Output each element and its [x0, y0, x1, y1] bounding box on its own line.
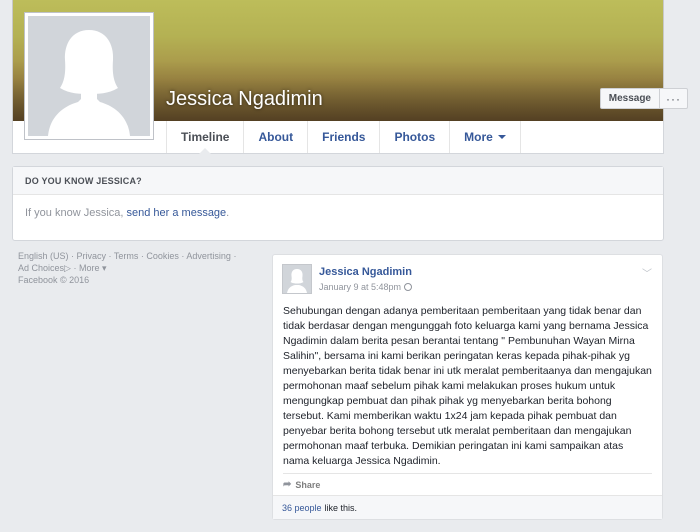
default-avatar-icon	[28, 16, 150, 136]
tab-list: Timeline About Friends Photos More	[166, 121, 521, 153]
post-body-text: Sehubungan dengan adanya pemberitaan pem…	[283, 305, 652, 467]
caret-down-icon: ▾	[101, 263, 107, 273]
post-options-chevron-icon[interactable]: ﹀	[642, 265, 652, 280]
post-author-name[interactable]: Jessica Ngadimin	[319, 266, 412, 278]
footer-link-ad-choices[interactable]: Ad Choices	[18, 263, 64, 273]
tab-more-label: More	[464, 130, 493, 144]
do-you-know-card: DO YOU KNOW JESSICA? If you know Jessica…	[12, 166, 664, 241]
do-you-know-text: If you know Jessica,	[25, 207, 127, 219]
footer-link-more[interactable]: More	[79, 263, 100, 273]
likes-count-link[interactable]: 36 people	[282, 503, 322, 513]
do-you-know-period: .	[226, 207, 230, 219]
share-icon: ➦	[283, 479, 292, 490]
footer-link-language[interactable]: English (US)	[18, 251, 69, 261]
footer-link-cookies[interactable]: Cookies	[146, 251, 179, 261]
footer-link-terms[interactable]: Terms	[114, 251, 139, 261]
post-actions: ➦ Share	[283, 473, 652, 495]
tab-photos[interactable]: Photos	[379, 121, 449, 153]
footer-link-advertising[interactable]: Advertising	[186, 251, 231, 261]
tab-timeline[interactable]: Timeline	[166, 121, 243, 153]
page-footer: English (US) · Privacy · Terms · Cookies…	[18, 250, 248, 286]
send-message-link[interactable]: send her a message	[127, 207, 227, 219]
ad-choices-icon: ▷	[64, 263, 71, 273]
footer-copyright: Facebook © 2016	[18, 275, 90, 285]
tab-more[interactable]: More	[449, 121, 521, 153]
share-button[interactable]: Share	[295, 480, 320, 490]
globe-icon	[404, 283, 413, 291]
post-header: Jessica Ngadimin January 9 at 5:48pm ﹀	[273, 255, 662, 300]
cover-actions: Message ···	[599, 88, 688, 109]
tab-friends[interactable]: Friends	[307, 121, 379, 153]
footer-links-line-2: Ad Choices▷ · More ▾	[18, 263, 107, 273]
likes-suffix: like this.	[324, 502, 358, 513]
do-you-know-body: If you know Jessica, send her a message.	[13, 195, 663, 231]
footer-links-line-1: English (US) · Privacy · Terms · Cookies…	[18, 251, 237, 261]
tab-about[interactable]: About	[243, 121, 307, 153]
message-button[interactable]: Message	[599, 88, 660, 109]
post-author-avatar[interactable]	[282, 264, 312, 294]
footer-link-privacy[interactable]: Privacy	[77, 251, 107, 261]
more-options-button[interactable]: ···	[660, 88, 688, 109]
post-date-text: January 9 at 5:48pm	[319, 282, 402, 292]
profile-name[interactable]: Jessica Ngadimin	[166, 88, 323, 111]
post-timestamp[interactable]: January 9 at 5:48pm	[319, 282, 413, 292]
timeline-post: Jessica Ngadimin January 9 at 5:48pm ﹀ S…	[272, 254, 663, 520]
caret-down-icon	[497, 135, 506, 139]
profile-picture[interactable]	[24, 12, 154, 140]
post-likes: 36 people like this.	[273, 495, 662, 519]
do-you-know-header: DO YOU KNOW JESSICA?	[13, 167, 663, 195]
